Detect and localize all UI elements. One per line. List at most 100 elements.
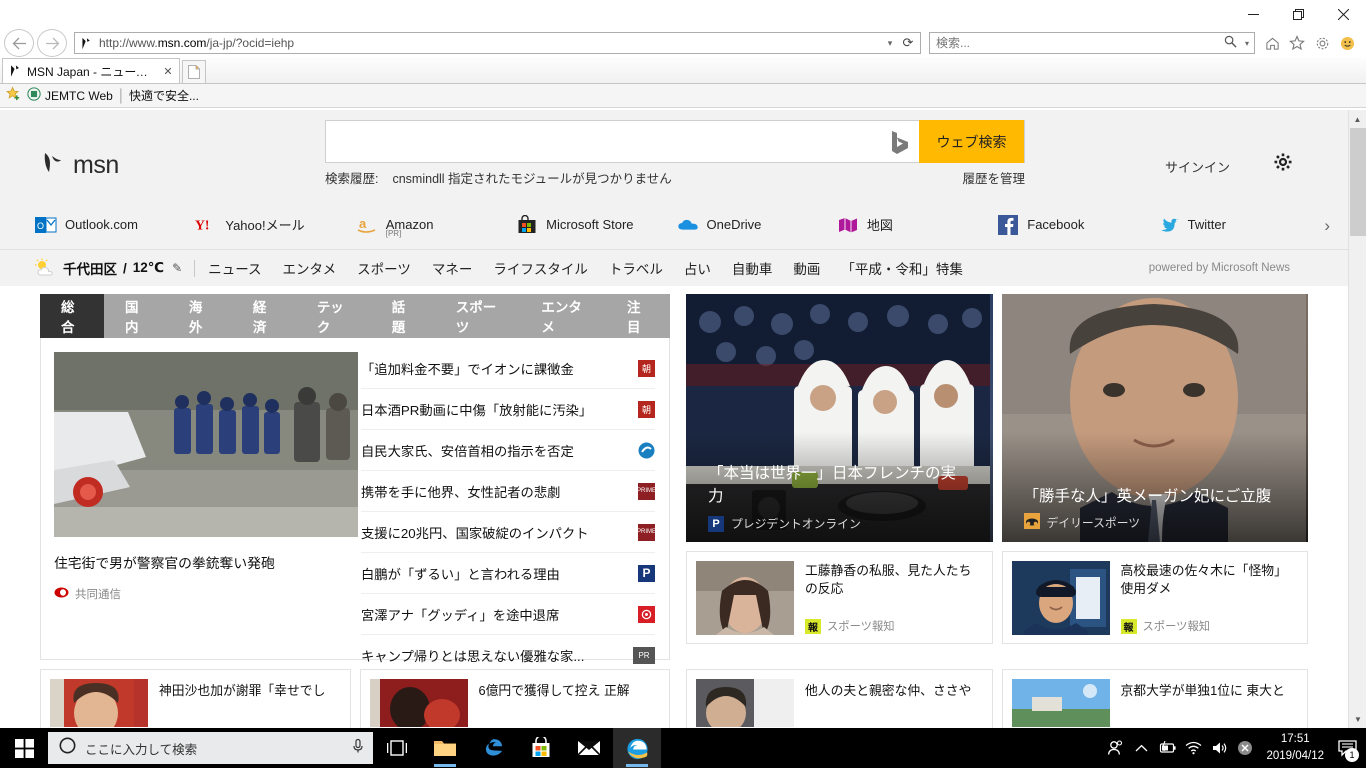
quick-link-amazon[interactable]: a Amazon [PR] <box>356 214 516 238</box>
manage-history-link[interactable]: 履歴を管理 <box>962 168 1025 187</box>
headline-text[interactable]: 「追加料金不要」でイオンに課徴金 <box>361 359 574 378</box>
edit-location-pencil-icon[interactable]: ✎ <box>172 261 182 275</box>
web-search-button[interactable]: ウェブ検索 <box>919 120 1024 163</box>
lead-story[interactable]: 住宅街で男が警察官の拳銃奪い発砲 共同通信 <box>41 348 358 659</box>
hero-card-2[interactable]: 「勝手な人」英メーガン妃にご立腹 デイリースポーツ <box>1001 294 1308 542</box>
headline-row[interactable]: 「追加料金不要」でイオンに課徴金 朝 <box>361 348 655 389</box>
bottom-card-3[interactable]: 他人の夫と親密な仲、ささや <box>686 669 993 728</box>
favorites-icon[interactable] <box>1286 32 1308 54</box>
settings-gear-icon[interactable] <box>1311 32 1333 54</box>
bottom-card-4[interactable]: 京都大学が単独1位に 東大と <box>1001 669 1308 728</box>
volume-icon[interactable] <box>1206 728 1232 768</box>
edge-button[interactable] <box>469 728 517 768</box>
people-icon[interactable] <box>1102 728 1128 768</box>
hero-title-1[interactable]: 「本当は世界一」日本フレンチの実力 <box>708 463 971 508</box>
nav-link-sports[interactable]: スポーツ <box>357 258 411 278</box>
bottom-card-1[interactable]: 神田沙也加が謝罪「幸せでし <box>40 669 351 728</box>
weather-widget[interactable]: 千代田区 / 12℃ ✎ <box>33 258 182 278</box>
nav-link-heisei-reiwa[interactable]: 「平成・令和」特集 <box>841 258 963 278</box>
bottom-card-title-3[interactable]: 他人の夫と親密な仲、ささや <box>805 679 971 699</box>
mini-card-1[interactable]: 工藤静香の私服、見た人たちの反応 報 スポーツ報知 <box>686 551 993 644</box>
category-tab-general[interactable]: 総合 <box>40 294 104 338</box>
category-tab-featured[interactable]: 注目 <box>606 294 670 338</box>
scroll-down-icon[interactable]: ▼ <box>1349 710 1366 728</box>
browser-tab[interactable]: MSN Japan - ニュース, 天気, ... ✕ <box>2 58 180 83</box>
back-button[interactable] <box>4 29 34 57</box>
browser-search-input[interactable] <box>930 34 1220 52</box>
quick-link-microsoft-store[interactable]: Microsoft Store <box>516 214 676 236</box>
lead-story-title[interactable]: 住宅街で男が警察官の拳銃奪い発砲 <box>54 555 345 574</box>
search-dropdown-icon[interactable]: ▾ <box>1240 39 1254 48</box>
headline-text[interactable]: キャンプ帰りとは思えない優雅な家... <box>361 646 584 665</box>
msn-search-box[interactable]: ウェブ検索 <box>325 120 1025 163</box>
minimize-button[interactable] <box>1231 0 1276 28</box>
mini-card-2[interactable]: 高校最速の佐々木に「怪物」使用ダメ 報 スポーツ報知 <box>1001 551 1308 644</box>
add-favorite-icon[interactable] <box>6 85 21 106</box>
browser-search-bar[interactable]: ▾ <box>929 32 1255 54</box>
home-icon[interactable] <box>1261 32 1283 54</box>
favorite-item-jemtc[interactable]: JEMTC Web <box>27 87 113 104</box>
microphone-icon[interactable] <box>351 738 365 759</box>
category-tab-entertainment[interactable]: エンタメ <box>520 294 606 338</box>
hero-title-2[interactable]: 「勝手な人」英メーガン妃にご立腹 <box>1024 486 1287 508</box>
bottom-card-title-1[interactable]: 神田沙也加が謝罪「幸せでし <box>159 679 325 699</box>
headline-row[interactable]: 携帯を手に他界、女性記者の悲劇 PRIME <box>361 471 656 512</box>
category-tab-topics[interactable]: 話題 <box>371 294 435 338</box>
nav-link-money[interactable]: マネー <box>432 258 473 278</box>
favorite-item-secondary[interactable]: 快適で安全... <box>129 87 199 104</box>
microsoft-store-button[interactable] <box>517 728 565 768</box>
nav-link-autos[interactable]: 自動車 <box>732 258 773 278</box>
category-tab-sports[interactable]: スポーツ <box>435 294 521 338</box>
msn-logo[interactable]: msn <box>40 150 119 181</box>
quick-link-outlook[interactable]: O Outlook.com <box>35 214 195 236</box>
headline-row[interactable]: 宮澤アナ「グッディ」を途中退席 <box>361 594 655 635</box>
category-tab-domestic[interactable]: 国内 <box>104 294 168 338</box>
nav-link-horoscope[interactable]: 占い <box>684 258 711 278</box>
quick-link-onedrive[interactable]: OneDrive <box>677 214 837 236</box>
refresh-icon[interactable]: ⟳ <box>898 35 918 51</box>
headline-text[interactable]: 携帯を手に他界、女性記者の悲劇 <box>361 482 560 501</box>
nav-link-news[interactable]: ニュース <box>208 258 261 278</box>
quick-link-facebook[interactable]: Facebook <box>997 214 1157 236</box>
mail-button[interactable] <box>565 728 613 768</box>
scroll-up-icon[interactable]: ▲ <box>1349 110 1366 128</box>
headline-row[interactable]: 白鵬が「ずるい」と言われる理由 P <box>361 553 655 594</box>
show-hidden-icons-chevron-icon[interactable] <box>1128 728 1154 768</box>
sign-in-link[interactable]: サインイン <box>1165 157 1230 176</box>
internet-explorer-button[interactable] <box>613 728 661 768</box>
file-explorer-button[interactable] <box>421 728 469 768</box>
forward-button[interactable] <box>37 29 67 57</box>
nav-link-entertainment[interactable]: エンタメ <box>283 258 337 278</box>
category-tab-world[interactable]: 海外 <box>168 294 232 338</box>
nav-link-lifestyle[interactable]: ライフスタイル <box>493 258 588 278</box>
headline-text[interactable]: 自民大家氏、安倍首相の指示を否定 <box>361 441 574 460</box>
clock[interactable]: 17:51 2019/04/12 <box>1258 731 1332 764</box>
action-center-button[interactable]: 1 <box>1332 728 1362 768</box>
wifi-icon[interactable] <box>1180 728 1206 768</box>
battery-icon[interactable] <box>1154 728 1180 768</box>
page-scrollbar[interactable]: ▲ ▼ <box>1348 110 1366 728</box>
quick-links-next-icon[interactable]: › <box>1324 216 1330 236</box>
address-bar[interactable]: http://www.msn.com/ja-jp/?ocid=iehp ▾ ⟳ <box>74 32 921 54</box>
quick-link-twitter[interactable]: Twitter <box>1158 214 1318 236</box>
msn-search-input[interactable] <box>326 121 881 162</box>
search-history-value[interactable]: cnsmindll 指定されたモジュールが見つかりません <box>392 168 671 187</box>
headline-text[interactable]: 白鵬が「ずるい」と言われる理由 <box>361 564 560 583</box>
headline-text[interactable]: 支援に20兆円、国家破綻のインパクト <box>361 523 589 542</box>
nav-link-travel[interactable]: トラベル <box>609 258 663 278</box>
quick-link-yahoo-mail[interactable]: Y! Yahoo!メール <box>195 214 355 236</box>
tab-close-icon[interactable]: ✕ <box>161 65 175 78</box>
msn-settings-gear-icon[interactable] <box>1273 152 1293 178</box>
smiley-feedback-icon[interactable] <box>1336 32 1358 54</box>
restore-button[interactable] <box>1276 0 1321 28</box>
task-view-button[interactable] <box>373 728 421 768</box>
bottom-card-title-2[interactable]: 6億円で獲得して控え 正解 <box>479 679 630 699</box>
close-button[interactable] <box>1321 0 1366 28</box>
nav-link-video[interactable]: 動画 <box>793 258 820 278</box>
search-icon[interactable] <box>1220 35 1240 51</box>
start-button[interactable] <box>0 728 48 768</box>
scrollbar-thumb[interactable] <box>1350 128 1366 236</box>
category-tab-economy[interactable]: 経済 <box>232 294 296 338</box>
category-tab-tech[interactable]: テック <box>296 294 371 338</box>
headline-row[interactable]: 日本酒PR動画に中傷「放射能に汚染」 朝 <box>361 389 655 430</box>
